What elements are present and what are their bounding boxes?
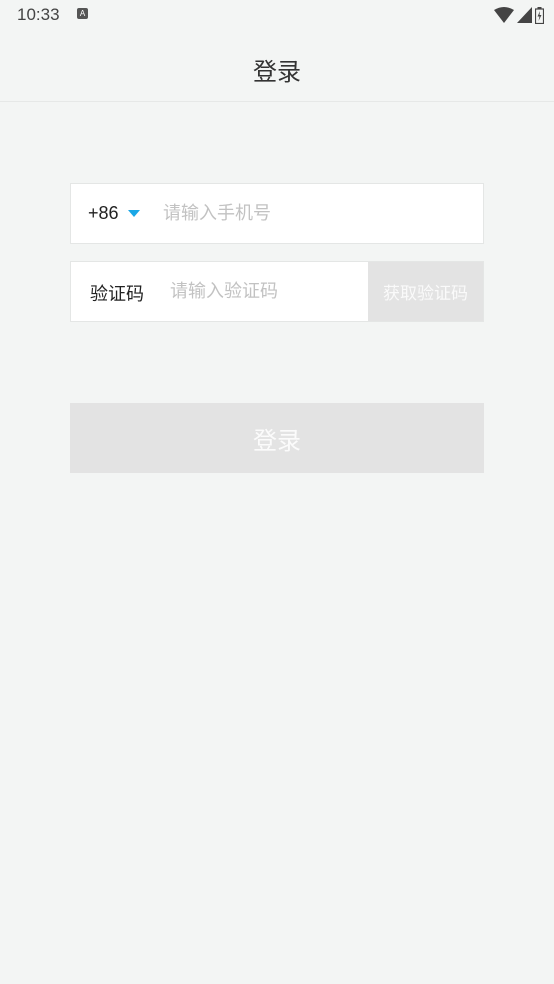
status-icons: [494, 6, 544, 24]
signal-icon: [517, 7, 532, 23]
phone-row: +86: [70, 183, 484, 244]
verification-code-input[interactable]: [170, 274, 360, 309]
verification-row: 验证码 获取验证码: [70, 261, 484, 322]
status-time: 10:33: [17, 5, 60, 24]
wifi-icon: [494, 7, 514, 23]
notification-icon: A: [77, 8, 88, 19]
header: 登录: [0, 30, 554, 102]
country-code-selector[interactable]: +86: [88, 203, 119, 224]
status-bar: 10:33 A: [0, 0, 554, 30]
get-code-button[interactable]: 获取验证码: [368, 262, 483, 321]
battery-icon: [535, 6, 544, 24]
page-title: 登录: [253, 58, 301, 86]
verification-label: 验证码: [90, 284, 144, 305]
phone-input[interactable]: [163, 196, 463, 231]
chevron-down-icon[interactable]: [128, 210, 140, 217]
login-button[interactable]: 登录: [70, 403, 484, 473]
